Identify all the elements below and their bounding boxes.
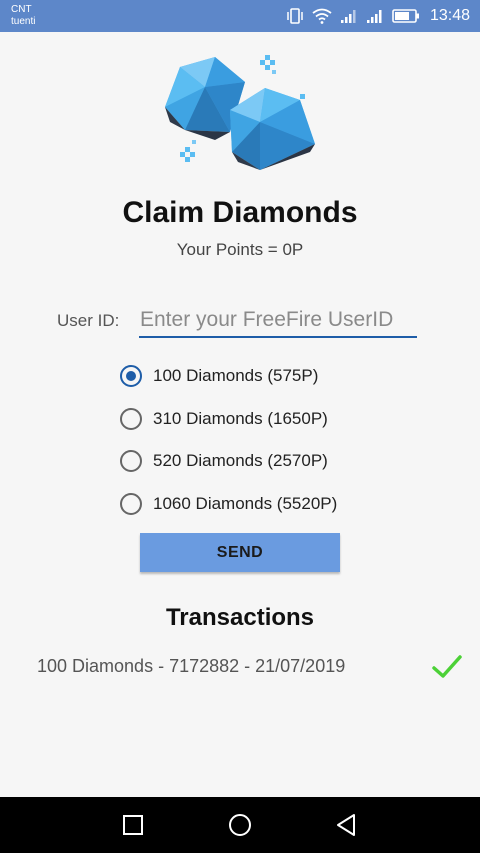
back-triangle-icon[interactable] xyxy=(333,811,361,839)
diamond-options: 100 Diamonds (575P) 310 Diamonds (1650P)… xyxy=(120,355,337,525)
check-icon xyxy=(432,655,462,678)
option-100-diamonds[interactable]: 100 Diamonds (575P) xyxy=(120,355,337,398)
wifi-icon xyxy=(312,8,332,24)
option-label: 1060 Diamonds (5520P) xyxy=(153,493,338,513)
carrier-line-2: tuenti xyxy=(11,16,36,27)
diamond-gem-icon xyxy=(165,55,315,170)
home-circle-icon[interactable] xyxy=(226,811,254,839)
points-balance: Your Points = 0P xyxy=(176,240,304,259)
option-310-diamonds[interactable]: 310 Diamonds (1650P) xyxy=(120,398,337,441)
radio-button-checked[interactable] xyxy=(120,365,142,388)
radio-button[interactable] xyxy=(120,492,142,515)
battery-icon xyxy=(392,9,419,23)
option-label: 520 Diamonds (2570P) xyxy=(153,451,328,471)
user-id-input[interactable] xyxy=(139,304,417,338)
signal-icon xyxy=(340,10,356,23)
transaction-row: 100 Diamonds - 7172882 - 21/07/2019 xyxy=(37,655,465,682)
signal-icon xyxy=(366,10,382,23)
status-bar: CNT tuenti 13:48 xyxy=(0,0,480,32)
navigation-bar xyxy=(0,797,480,853)
vibrate-icon xyxy=(287,8,303,24)
send-button[interactable]: SEND xyxy=(140,533,340,572)
recents-square-icon[interactable] xyxy=(119,811,147,839)
option-520-diamonds[interactable]: 520 Diamonds (2570P) xyxy=(120,440,337,483)
transactions-title: Transactions xyxy=(165,604,315,631)
user-id-label: User ID: xyxy=(57,311,120,330)
option-1060-diamonds[interactable]: 1060 Diamonds (5520P) xyxy=(120,483,337,526)
status-icons: 13:48 xyxy=(286,7,470,25)
option-label: 310 Diamonds (1650P) xyxy=(153,408,328,428)
transaction-text: 100 Diamonds - 7172882 - 21/07/2019 xyxy=(37,656,346,676)
radio-button[interactable] xyxy=(120,450,142,473)
radio-button[interactable] xyxy=(120,407,142,430)
page-title: Claim Diamonds xyxy=(122,196,358,229)
clock: 13:48 xyxy=(429,7,470,24)
carrier-name: CNT tuenti xyxy=(11,4,35,28)
carrier-line-1: CNT xyxy=(11,4,32,15)
option-label: 100 Diamonds (575P) xyxy=(153,366,319,386)
